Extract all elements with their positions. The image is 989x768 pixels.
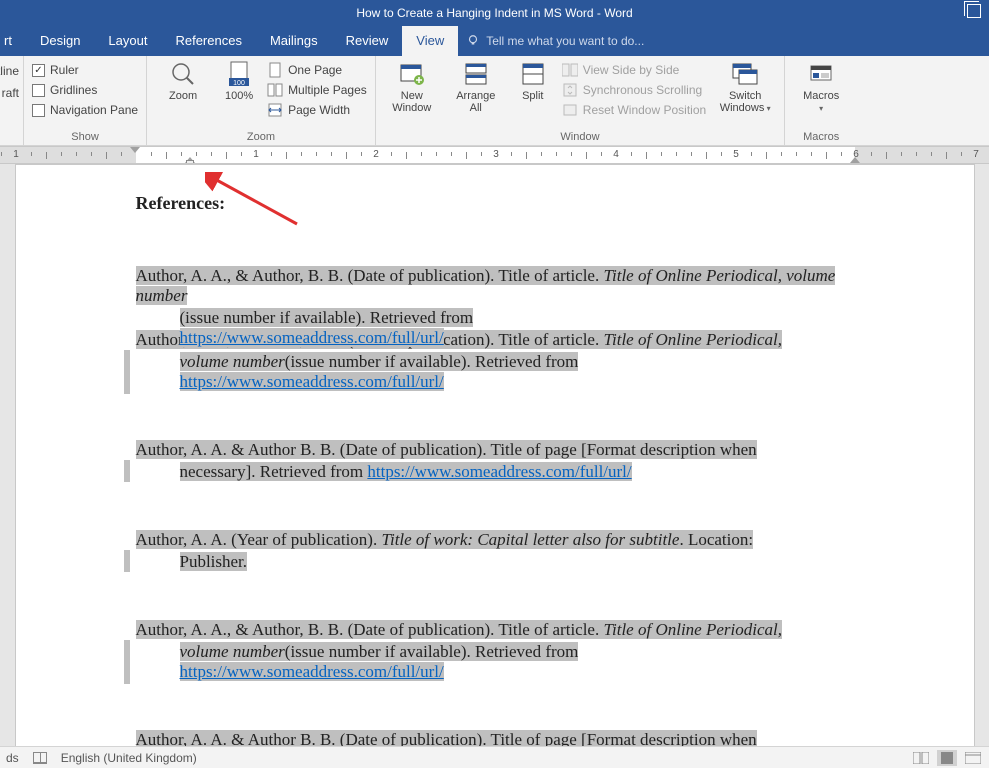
split-icon — [519, 60, 547, 88]
multipages-icon — [267, 82, 283, 98]
multipages-button[interactable]: Multiple Pages — [267, 80, 367, 100]
reference-entry-5: Author, A. A. & Author B. B. (Date of pu… — [136, 730, 874, 746]
first-line-indent-marker[interactable] — [130, 147, 140, 153]
switchwindows-icon — [731, 60, 759, 88]
ruler-marks: 1 1 2 3 4 5 6 7 — [0, 147, 989, 163]
group-show: ✓Ruler Gridlines Navigation Pane Show — [24, 56, 147, 145]
url-link[interactable]: https://www.someaddress.com/full/url/ — [180, 372, 444, 391]
ribbon-tabs: rt Design Layout References Mailings Rev… — [0, 26, 989, 56]
selection-mark — [124, 460, 130, 482]
outline-button[interactable]: Outline — [0, 60, 21, 82]
group-zoom: Zoom 100 100% One Page Multiple Pages Pa… — [147, 56, 376, 145]
sidebyside-button[interactable]: View Side by Side — [562, 60, 706, 80]
group-zoom-label: Zoom — [155, 129, 367, 145]
sidebyside-icon — [562, 62, 578, 78]
status-bar: ds English (United Kingdom) — [0, 746, 989, 768]
macros-button[interactable]: Macros▾ — [793, 60, 849, 115]
tab-mailings[interactable]: Mailings — [256, 26, 332, 56]
magnifier-icon — [169, 60, 197, 88]
references-heading: References: — [136, 193, 874, 214]
group-show-label: Show — [32, 129, 138, 145]
weblayout-icon[interactable] — [963, 750, 983, 766]
pagewidth-button[interactable]: Page Width — [267, 100, 367, 120]
pagewidth-icon — [267, 102, 283, 118]
syncscroll-button[interactable]: Synchronous Scrolling — [562, 80, 706, 100]
lightbulb-icon — [466, 34, 480, 48]
tab-review[interactable]: Review — [332, 26, 403, 56]
newwindow-icon — [398, 60, 426, 88]
tab-references[interactable]: References — [161, 26, 255, 56]
page-100-icon: 100 — [225, 60, 253, 88]
group-window-label: Window — [384, 129, 776, 145]
checkbox-icon — [32, 84, 45, 97]
spellcheck-icon[interactable] — [33, 752, 47, 764]
newwindow-button[interactable]: New Window — [384, 60, 440, 114]
onepage-button[interactable]: One Page — [267, 60, 367, 80]
page: References: Author, A. A., & Author, B. … — [15, 164, 975, 746]
ruler-checkbox[interactable]: ✓Ruler — [32, 60, 138, 80]
zoom-button[interactable]: Zoom — [155, 60, 211, 102]
status-language[interactable]: English (United Kingdom) — [61, 751, 197, 765]
reference-entry-2: Author, A. A. & Author B. B. (Date of pu… — [136, 440, 874, 482]
title-text: How to Create a Hanging Indent in MS Wor… — [356, 6, 632, 20]
group-macros: Macros▾ Macros — [785, 56, 857, 145]
url-link[interactable]: https://www.someaddress.com/full/url/ — [180, 328, 444, 347]
right-indent-marker[interactable] — [850, 157, 860, 163]
chevron-down-icon: ▾ — [819, 104, 823, 113]
100percent-button[interactable]: 100 100% — [219, 60, 259, 102]
draft-button[interactable]: raft — [0, 82, 21, 104]
macros-icon — [807, 60, 835, 88]
tab-view[interactable]: View — [402, 26, 458, 56]
selection-mark — [124, 550, 130, 572]
group-macros-label: Macros — [793, 129, 849, 145]
checkbox-icon — [32, 104, 45, 117]
navpane-checkbox[interactable]: Navigation Pane — [32, 100, 138, 120]
svg-text:100: 100 — [233, 80, 245, 87]
split-button[interactable]: Split — [512, 60, 554, 102]
reference-entry-4: Author, A. A., & Author, B. B. (Date of … — [136, 620, 874, 682]
tellme-text: Tell me what you want to do... — [486, 34, 644, 48]
arrangeall-label: Arrange All — [456, 90, 495, 114]
ribbon: Outline raft ✓Ruler Gridlines Navigation… — [0, 56, 989, 146]
tab-insert-partial[interactable]: rt — [0, 26, 26, 56]
tab-layout[interactable]: Layout — [94, 26, 161, 56]
document-area[interactable]: References: Author, A. A., & Author, B. … — [0, 164, 989, 746]
checkbox-checked-icon: ✓ — [32, 64, 45, 77]
arrangeall-button[interactable]: Arrange All — [448, 60, 504, 114]
printlayout-icon[interactable] — [937, 750, 957, 766]
reference-entry-3: Author, A. A. (Year of publication). Tit… — [136, 530, 874, 572]
horizontal-ruler[interactable]: 1 1 2 3 4 5 6 7 — [0, 146, 989, 164]
syncscroll-icon — [562, 82, 578, 98]
reference-entry: Author, A. A., & Author, B. B. (Date of … — [136, 266, 874, 348]
arrangeall-icon — [462, 60, 490, 88]
tab-design[interactable]: Design — [26, 26, 94, 56]
selection-mark — [124, 350, 130, 394]
tellme[interactable]: Tell me what you want to do... — [466, 26, 644, 56]
chevron-down-icon: ▾ — [764, 104, 770, 113]
switchwindows-button[interactable]: Switch Windows ▾ — [714, 60, 776, 115]
selection-mark — [124, 640, 130, 684]
group-views-partial: Outline raft — [0, 56, 24, 145]
newwindow-label: New Window — [392, 90, 431, 114]
group-window: New Window Arrange All Split View Side b… — [376, 56, 785, 145]
onepage-icon — [267, 62, 283, 78]
url-link[interactable]: https://www.someaddress.com/full/url/ — [180, 662, 444, 681]
title-bar: How to Create a Hanging Indent in MS Wor… — [0, 0, 989, 26]
url-link[interactable]: https://www.someaddress.com/full/url/ — [367, 462, 631, 481]
resetpos-button[interactable]: Reset Window Position — [562, 100, 706, 120]
gridlines-checkbox[interactable]: Gridlines — [32, 80, 138, 100]
status-words-partial[interactable]: ds — [6, 751, 19, 765]
resetpos-icon — [562, 102, 578, 118]
restore-window-icon[interactable] — [967, 4, 981, 18]
readmode-icon[interactable] — [911, 750, 931, 766]
